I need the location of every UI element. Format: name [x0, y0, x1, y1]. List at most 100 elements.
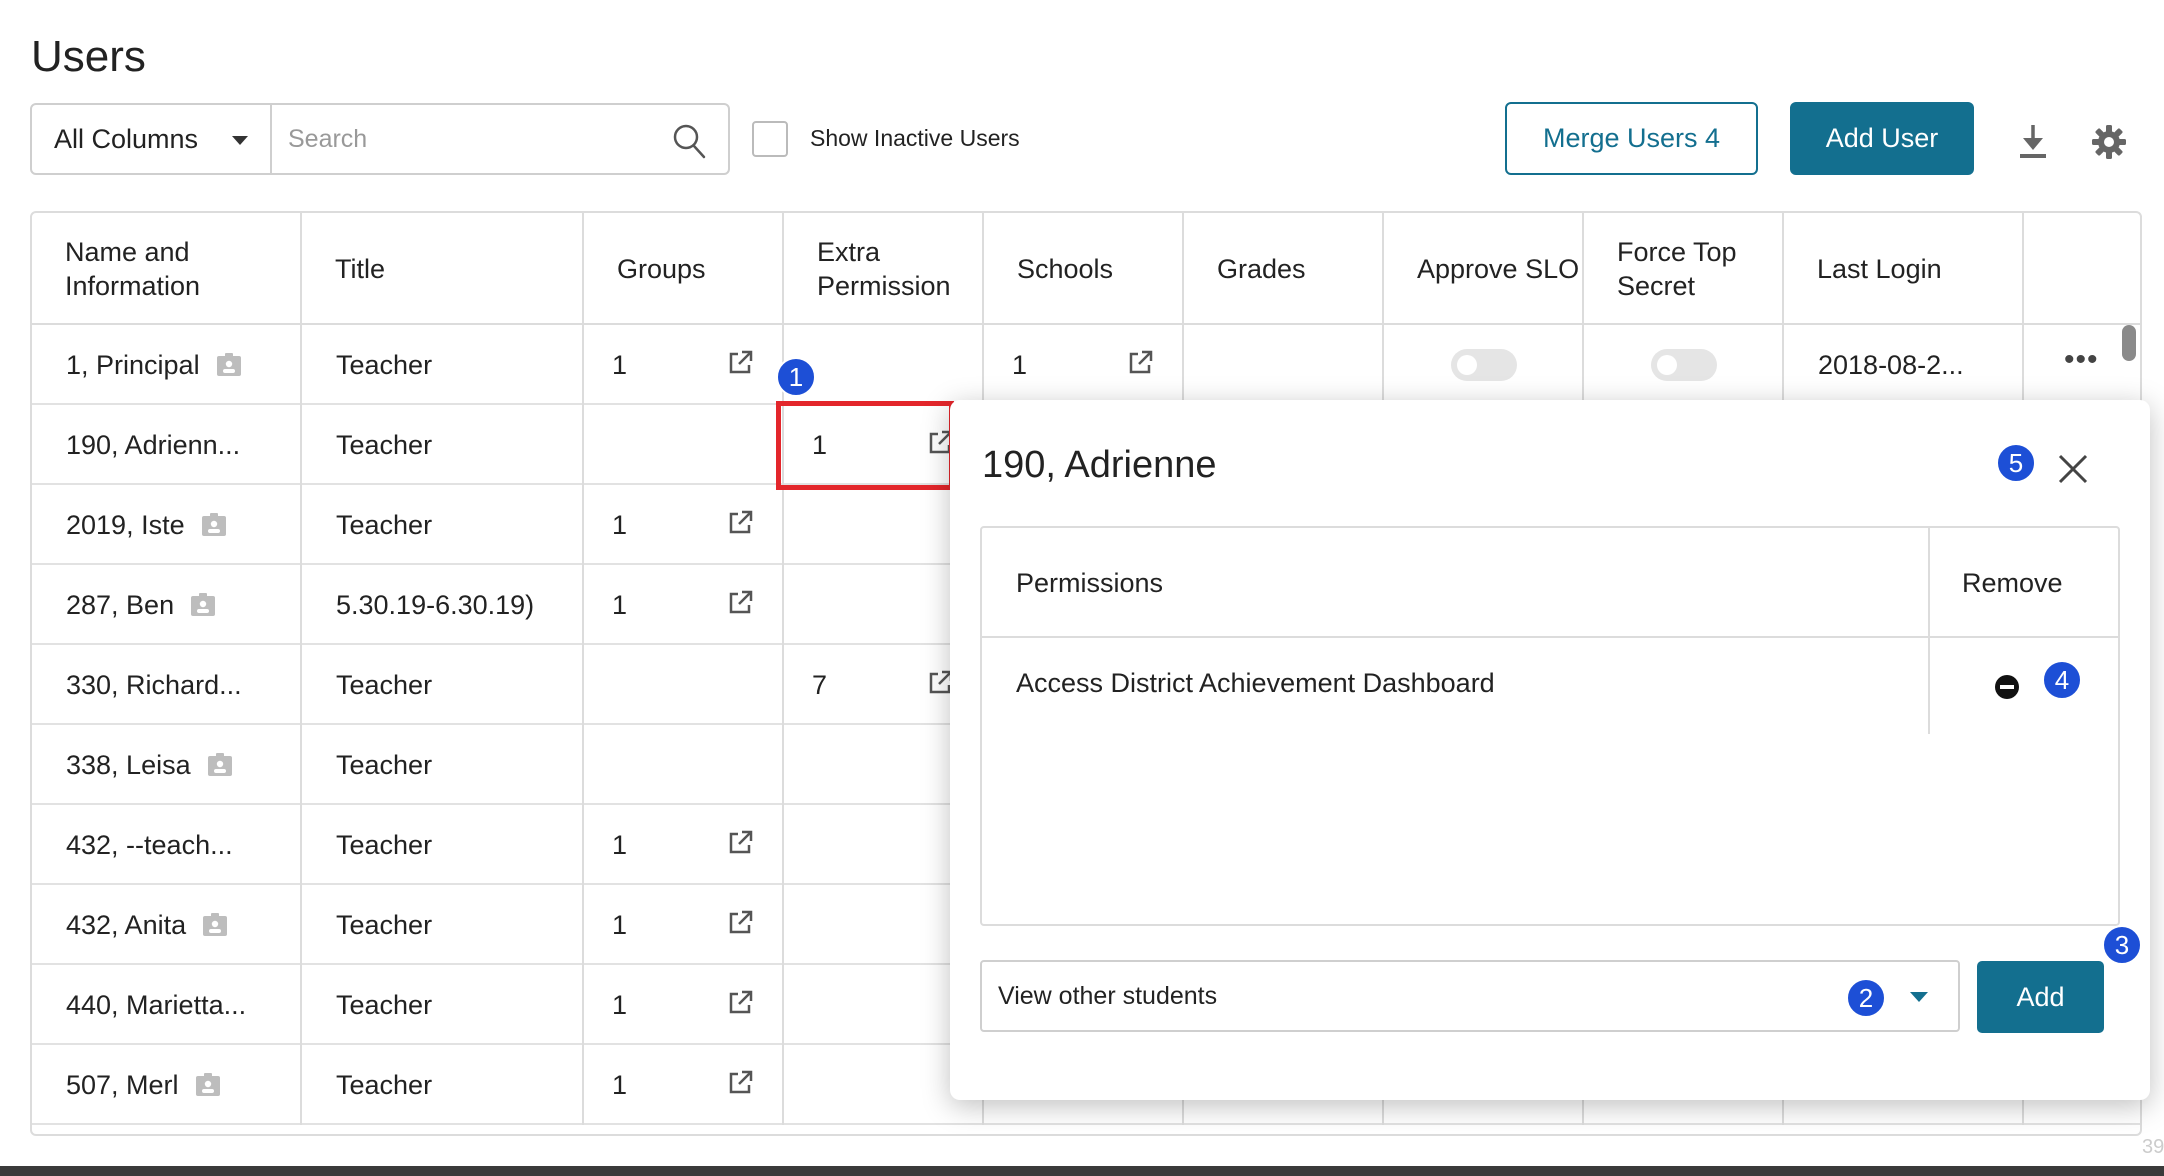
- cell-groups: [584, 725, 784, 805]
- permissions-table-header: Permissions Remove: [982, 528, 2118, 638]
- cell-groups: 1: [584, 565, 784, 645]
- last-login-value: 2018-08-2...: [1818, 349, 1964, 380]
- cell-title: Teacher: [302, 645, 584, 725]
- col-last-login[interactable]: Last Login: [1784, 213, 2024, 325]
- external-link-icon[interactable]: [726, 909, 754, 937]
- highlight-box: [776, 401, 954, 490]
- table-header: Name and Information Title Groups Extra …: [32, 213, 2140, 325]
- cell-name: 190, Adrienn...: [32, 405, 302, 485]
- id-card-icon[interactable]: [202, 913, 228, 937]
- permission-select[interactable]: View other students: [980, 960, 1960, 1032]
- title-value: Teacher: [336, 509, 433, 540]
- dialog-title: 190, Adrienne: [982, 444, 1217, 486]
- groups-count: 1: [612, 589, 628, 620]
- title-value: Teacher: [336, 349, 433, 380]
- cell-schools: 1: [984, 325, 1184, 405]
- col-groups[interactable]: Groups: [584, 213, 784, 325]
- col-force-top-secret[interactable]: Force Top Secret: [1584, 213, 1784, 325]
- cell-groups: 1: [584, 485, 784, 565]
- cell-groups: 1: [584, 1045, 784, 1125]
- close-icon[interactable]: [2056, 452, 2090, 486]
- user-name[interactable]: 432, Anita: [66, 910, 186, 941]
- col-remove: Remove: [1962, 567, 2063, 598]
- user-name[interactable]: 287, Ben: [66, 590, 174, 621]
- external-link-icon[interactable]: [1126, 349, 1154, 377]
- add-permission-button[interactable]: Add: [1977, 961, 2104, 1033]
- cell-title: Teacher: [302, 965, 584, 1045]
- cell-name: 330, Richard...: [32, 645, 302, 725]
- col-extra-permission[interactable]: Extra Permission: [784, 213, 984, 325]
- cell-groups: 1: [584, 885, 784, 965]
- user-name[interactable]: 190, Adrienn...: [66, 430, 240, 461]
- id-card-icon[interactable]: [216, 353, 242, 377]
- external-link-icon[interactable]: [726, 829, 754, 857]
- user-name[interactable]: 1, Principal: [66, 350, 200, 381]
- approve-slo-toggle[interactable]: [1451, 349, 1517, 381]
- col-title[interactable]: Title: [302, 213, 584, 325]
- bottom-bar: [0, 1166, 2164, 1176]
- add-user-button[interactable]: Add User: [1790, 102, 1974, 175]
- user-name[interactable]: 507, Merl: [66, 1070, 179, 1101]
- groups-count: 1: [612, 509, 628, 540]
- cell-title: Teacher: [302, 885, 584, 965]
- force-top-secret-toggle[interactable]: [1651, 349, 1717, 381]
- cell-groups: 1: [584, 805, 784, 885]
- id-card-icon[interactable]: [195, 1073, 221, 1097]
- table-scrollbar[interactable]: [2122, 325, 2136, 361]
- col-name[interactable]: Name and Information: [32, 213, 302, 325]
- caret-down-icon: [232, 136, 248, 145]
- external-link-icon[interactable]: [726, 989, 754, 1017]
- download-icon[interactable]: [2016, 122, 2050, 160]
- user-name[interactable]: 432, --teach...: [66, 830, 233, 861]
- cell-name: 432, Anita: [32, 885, 302, 965]
- title-value: Teacher: [336, 749, 433, 780]
- groups-count: 1: [612, 989, 628, 1020]
- col-grades[interactable]: Grades: [1184, 213, 1384, 325]
- user-name[interactable]: 330, Richard...: [66, 670, 242, 701]
- search-icon[interactable]: [672, 123, 706, 159]
- col-permissions: Permissions: [1016, 567, 1164, 598]
- external-link-icon[interactable]: [726, 349, 754, 377]
- cell-name: 2019, Iste: [32, 485, 302, 565]
- title-value: Teacher: [336, 829, 433, 860]
- id-card-icon[interactable]: [190, 593, 216, 617]
- external-link-icon[interactable]: [726, 1069, 754, 1097]
- groups-count: 1: [612, 1069, 628, 1100]
- remove-icon[interactable]: [1994, 674, 2020, 700]
- search-box[interactable]: [270, 103, 730, 175]
- id-card-icon[interactable]: [207, 753, 233, 777]
- id-card-icon[interactable]: [201, 513, 227, 537]
- cell-grades: [1184, 325, 1384, 405]
- gear-icon[interactable]: [2091, 124, 2127, 160]
- extra-count: 7: [812, 669, 828, 700]
- cell-name: 507, Merl: [32, 1045, 302, 1125]
- cell-name: 440, Marietta...: [32, 965, 302, 1045]
- show-inactive-checkbox[interactable]: [752, 121, 788, 157]
- user-name[interactable]: 2019, Iste: [66, 510, 185, 541]
- cell-last-login: 2018-08-2...: [1784, 325, 2024, 405]
- external-link-icon[interactable]: [726, 509, 754, 537]
- table-row[interactable]: 1, Principal Teacher 1 1 2018-08-2... •••: [32, 325, 2140, 405]
- cell-title: Teacher: [302, 1045, 584, 1125]
- column-filter-label: All Columns: [54, 123, 199, 154]
- merge-users-button[interactable]: Merge Users 4: [1505, 102, 1758, 175]
- col-schools[interactable]: Schools: [984, 213, 1184, 325]
- cell-groups: [584, 405, 784, 485]
- schools-count: 1: [1012, 349, 1028, 380]
- permission-item: Access District Achievement Dashboard: [1016, 668, 1495, 698]
- title-value: Teacher: [336, 909, 433, 940]
- title-value: Teacher: [336, 1069, 433, 1100]
- groups-count: 1: [612, 829, 628, 860]
- external-link-icon[interactable]: [726, 589, 754, 617]
- cell-groups: [584, 645, 784, 725]
- col-approve-slo[interactable]: Approve SLO: [1384, 213, 1584, 325]
- cell-name: 287, Ben: [32, 565, 302, 645]
- column-filter-select[interactable]: All Columns: [30, 103, 272, 175]
- user-name[interactable]: 338, Leisa: [66, 750, 191, 781]
- cell-extra: [784, 325, 984, 405]
- user-name[interactable]: 440, Marietta...: [66, 990, 246, 1021]
- search-input[interactable]: [288, 119, 648, 159]
- cell-title: 5.30.19-6.30.19): [302, 565, 584, 645]
- show-inactive-label: Show Inactive Users: [810, 125, 1020, 151]
- more-options-icon[interactable]: •••: [2064, 343, 2099, 377]
